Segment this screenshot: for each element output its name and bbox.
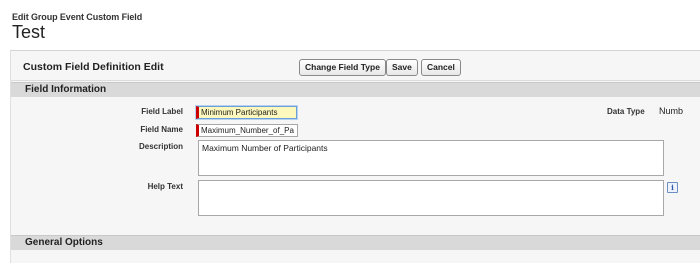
help-text-textarea[interactable]	[198, 180, 664, 216]
breadcrumb: Edit Group Event Custom Field	[12, 12, 143, 22]
page-header: Edit Group Event Custom Field Test	[12, 12, 142, 42]
field-label-input[interactable]: Minimum Participants	[196, 106, 297, 119]
data-type-label: Data Type	[607, 107, 645, 116]
cancel-button[interactable]: Cancel	[421, 59, 461, 76]
field-name-input[interactable]: Maximum_Number_of_Pa	[196, 124, 298, 137]
general-options-section-header: General Options	[11, 235, 700, 250]
page-title: Test	[12, 22, 46, 42]
edit-section-title: Custom Field Definition Edit	[23, 61, 164, 73]
field-information-title: Field Information	[25, 84, 107, 95]
field-name-label: Field Name	[140, 125, 183, 134]
field-information-section-header: Field Information	[11, 82, 700, 97]
help-text-label: Help Text	[147, 182, 183, 191]
data-type-value: Numb	[659, 106, 684, 116]
description-textarea[interactable]: Maximum Number of Participants	[198, 140, 664, 176]
field-label-label: Field Label	[141, 107, 183, 116]
edit-header: Custom Field Definition Edit Change Fiel…	[11, 51, 700, 81]
save-button[interactable]: Save	[386, 59, 418, 76]
page: Edit Group Event Custom Field Test Custo…	[0, 0, 700, 263]
description-label: Description	[138, 142, 183, 151]
general-options-title: General Options	[25, 237, 103, 248]
info-icon[interactable]: i	[667, 182, 678, 193]
change-field-type-button[interactable]: Change Field Type	[299, 59, 386, 76]
custom-field-edit-panel: Custom Field Definition Edit Change Fiel…	[10, 50, 700, 263]
